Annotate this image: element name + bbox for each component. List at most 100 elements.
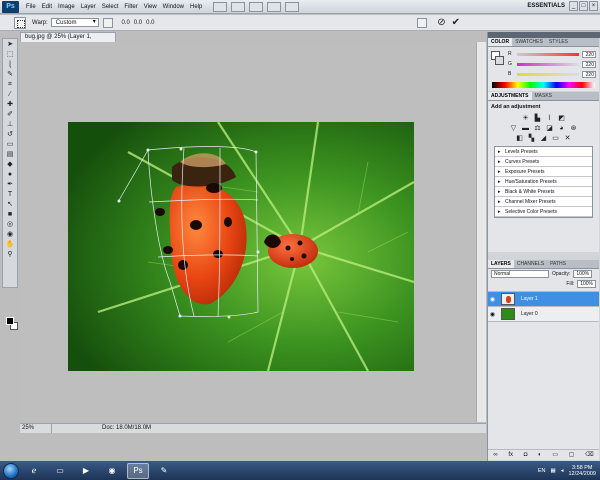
eyedropper-tool-icon[interactable]: ⁄ <box>4 90 16 99</box>
pen-tool-icon[interactable]: ✒ <box>4 180 16 189</box>
type-tool-icon[interactable]: T <box>4 190 16 199</box>
preset-levels[interactable]: Levels Presets <box>495 147 592 157</box>
menu-view[interactable]: View <box>141 4 160 10</box>
red-slider[interactable] <box>517 52 579 56</box>
menu-file[interactable]: File <box>23 4 39 10</box>
brightness-contrast-icon[interactable]: ☀ <box>522 115 530 123</box>
channel-mixer-icon[interactable]: ⊛ <box>570 125 578 133</box>
color-balance-icon[interactable]: ⚖ <box>534 125 542 133</box>
clone-stamp-tool-icon[interactable]: ⊥ <box>4 120 16 129</box>
document-vertical-scrollbar[interactable] <box>476 42 486 422</box>
tab-channels[interactable]: CHANNELS <box>514 260 547 268</box>
black-white-icon[interactable]: ◪ <box>546 125 554 133</box>
move-tool-icon[interactable]: ➤ <box>4 40 16 49</box>
curves-icon[interactable]: ⌇ <box>546 115 554 123</box>
layer-row[interactable]: ◉ Layer 1 <box>488 292 599 307</box>
gradient-tool-icon[interactable]: ▤ <box>4 150 16 159</box>
preset-hue-saturation[interactable]: Hue/Saturation Presets <box>495 177 592 187</box>
preset-black-white[interactable]: Black & White Presets <box>495 187 592 197</box>
fill-field[interactable]: 100% <box>577 280 596 288</box>
eraser-tool-icon[interactable]: ▭ <box>4 140 16 149</box>
menu-window[interactable]: Window <box>160 4 187 10</box>
levels-icon[interactable]: ▙ <box>534 115 542 123</box>
blend-mode-select[interactable]: Normal <box>491 270 549 278</box>
media-center-icon[interactable]: ◉ <box>101 463 123 479</box>
document-tab[interactable]: bug.jpg @ 25% (Layer 1, RGB/8#) * <box>20 32 116 49</box>
eye-icon[interactable]: ◉ <box>488 311 497 318</box>
threshold-icon[interactable]: ◢ <box>540 135 548 143</box>
menu-help[interactable]: Help <box>187 4 205 10</box>
marquee-tool-icon[interactable]: ⬚ <box>4 50 16 59</box>
zoom-level-icon[interactable] <box>249 1 264 12</box>
healing-brush-tool-icon[interactable]: ✚ <box>4 100 16 109</box>
preset-exposure[interactable]: Exposure Presets <box>495 167 592 177</box>
start-button[interactable] <box>3 462 19 479</box>
brush-tool-icon[interactable]: ✐ <box>4 110 16 119</box>
media-player-icon[interactable]: ▶ <box>75 463 97 479</box>
preset-channel-mixer[interactable]: Channel Mixer Presets <box>495 197 592 207</box>
selective-color-icon[interactable]: ✕ <box>564 135 572 143</box>
zoom-tool-icon[interactable]: ⚲ <box>4 250 16 259</box>
menu-select[interactable]: Select <box>99 4 122 10</box>
workspace-switcher[interactable]: ESSENTIALS <box>524 2 568 10</box>
tab-swatches[interactable]: SWATCHES <box>512 38 546 46</box>
view-extras-icon[interactable] <box>231 1 246 12</box>
foreground-color-swatch[interactable] <box>6 317 14 325</box>
exposure-icon[interactable]: ◩ <box>558 115 566 123</box>
eye-icon[interactable]: ◉ <box>488 296 497 303</box>
color-spectrum-bar[interactable] <box>492 82 595 88</box>
commit-transform-icon[interactable]: ✔ <box>452 17 460 28</box>
vibrance-icon[interactable]: ▽ <box>510 125 518 133</box>
explorer-folder-icon[interactable]: ▭ <box>49 463 71 479</box>
invert-icon[interactable]: ◧ <box>516 135 524 143</box>
tab-styles[interactable]: STYLES <box>546 38 571 46</box>
layer-mask-icon[interactable]: ◘ <box>524 452 528 458</box>
tab-color[interactable]: COLOR <box>488 38 513 46</box>
3d-orbit-tool-icon[interactable]: ◉ <box>4 230 16 239</box>
minimize-button[interactable]: _ <box>569 1 578 11</box>
launch-bridge-icon[interactable] <box>213 1 228 12</box>
crop-tool-icon[interactable]: ⌗ <box>4 80 16 89</box>
bend-value[interactable]: 0.0 <box>121 20 129 26</box>
maximize-button[interactable]: □ <box>579 1 588 11</box>
clock[interactable]: 3:58 PM 12/24/2009 <box>568 465 596 477</box>
network-icon[interactable]: ▦ <box>551 468 556 474</box>
preset-curves[interactable]: Curves Presets <box>495 157 592 167</box>
hue-saturation-icon[interactable]: ▬ <box>522 125 530 133</box>
layer-row[interactable]: ◉ Layer 0 <box>488 307 599 322</box>
opacity-field[interactable]: 100% <box>573 270 593 278</box>
image-canvas[interactable] <box>68 122 414 371</box>
hand-tool-icon[interactable]: ✋ <box>4 240 16 249</box>
photo-filter-icon[interactable]: ◕ <box>558 125 566 133</box>
zoom-level-field[interactable]: 25% <box>20 424 52 433</box>
cancel-transform-icon[interactable]: ⊘ <box>437 17 445 28</box>
posterize-icon[interactable]: ▚ <box>528 135 536 143</box>
menu-layer[interactable]: Layer <box>78 4 99 10</box>
red-value[interactable]: 220 <box>582 50 596 58</box>
link-layers-icon[interactable]: ∞ <box>493 452 497 458</box>
menu-edit[interactable]: Edit <box>39 4 55 10</box>
lasso-tool-icon[interactable]: ɭ <box>4 60 16 69</box>
warp-style-select[interactable]: Custom <box>50 18 99 27</box>
screen-mode-icon[interactable] <box>285 1 300 12</box>
new-adjustment-icon[interactable]: ◐ <box>538 452 542 458</box>
warp-orientation-button[interactable] <box>102 17 113 28</box>
tab-masks[interactable]: MASKS <box>532 92 556 100</box>
tab-adjustments[interactable]: ADJUSTMENTS <box>488 92 532 100</box>
path-selection-tool-icon[interactable]: ↖ <box>4 200 16 209</box>
menu-filter[interactable]: Filter <box>121 4 140 10</box>
vertical-distortion-value[interactable]: 0.0 <box>146 20 154 26</box>
menu-image[interactable]: Image <box>55 4 78 10</box>
tab-layers[interactable]: LAYERS <box>488 260 514 268</box>
photoshop-taskbar-icon[interactable]: Ps <box>127 462 149 479</box>
green-slider[interactable] <box>517 62 579 66</box>
layer-style-icon[interactable]: fx <box>508 452 513 458</box>
tab-paths[interactable]: PATHS <box>547 260 569 268</box>
close-button[interactable]: × <box>589 1 598 11</box>
trash-icon[interactable]: ⌫ <box>585 451 593 458</box>
gradient-map-icon[interactable]: ▭ <box>552 135 560 143</box>
document-size-info[interactable]: Doc: 18.0M/18.0M <box>52 424 151 433</box>
volume-icon[interactable]: ◂ <box>561 468 564 474</box>
hand-tool-icon[interactable] <box>267 1 282 12</box>
blue-slider[interactable] <box>517 72 579 76</box>
